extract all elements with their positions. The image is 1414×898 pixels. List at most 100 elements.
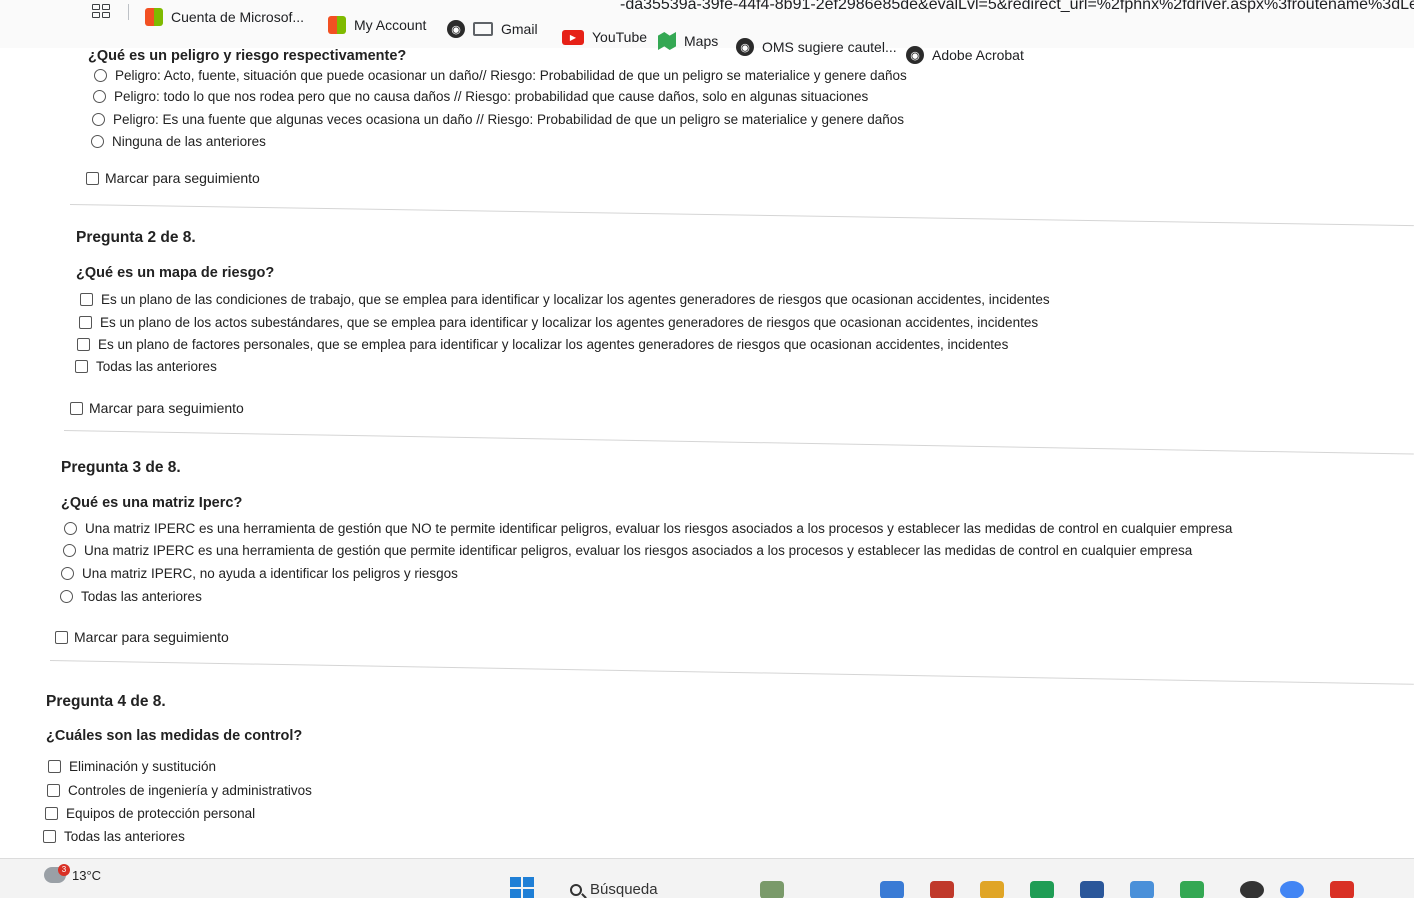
weather-widget[interactable]: 3 13°C [44,864,102,883]
windows-start-icon[interactable] [510,877,534,898]
divider [49,660,1414,685]
option-label: Eliminación y sustitución [69,759,217,774]
checkbox[interactable] [48,760,61,773]
question-1-option[interactable]: Peligro: Acto, fuente, situación que pue… [94,68,907,83]
radio-button[interactable] [94,69,107,82]
option-label: Una matriz IPERC es una herramienta de g… [84,543,1193,558]
question-1-option[interactable]: Peligro: todo lo que nos rodea pero que … [93,89,868,104]
divider [69,204,1414,227]
app-icon[interactable] [1130,881,1154,898]
checkbox[interactable] [86,171,99,185]
option-label: Peligro: todo lo que nos rodea pero que … [114,89,869,104]
option-label: Es un plano de los actos subestándares, … [100,315,1039,330]
option-label: Peligro: Es una fuente que algunas veces… [113,112,905,127]
question-3-option[interactable]: Una matriz IPERC es una herramienta de g… [63,543,1192,558]
question-1-track-checkbox[interactable]: Marcar para seguimiento [86,170,260,186]
gmail-icon [473,22,493,36]
question-4-option[interactable]: Eliminación y sustitución [48,759,216,774]
question-1-option[interactable]: Ninguna de las anteriores [91,134,266,149]
app-icon[interactable] [1180,881,1204,898]
bookmark-maps[interactable]: Maps [658,30,718,52]
option-label: Es un plano de factores personales, que … [98,337,1009,352]
checkbox[interactable] [75,360,88,373]
youtube-icon: ▶ [562,29,584,45]
question-2-header: Pregunta 2 de 8. [76,229,196,246]
radio-button[interactable] [91,135,104,148]
question-2-option[interactable]: Es un plano de las condiciones de trabaj… [80,292,1050,307]
option-label: Todas las anteriores [81,589,202,604]
question-3-text: ¿Qué es una matriz Iperc? [61,495,243,511]
checkbox[interactable] [70,401,83,415]
checkbox[interactable] [80,293,93,306]
taskbar-search[interactable]: Búsqueda [570,881,658,898]
radio-button[interactable] [92,113,105,126]
radio-button[interactable] [61,567,74,580]
bookmark-gmail[interactable]: ◉ Gmail [447,18,538,40]
question-2-track-checkbox[interactable]: Marcar para seguimiento [70,400,244,416]
question-4-text: ¿Cuáles son las medidas de control? [46,728,303,744]
bookmarks-bar: -da35539a-39fe-44f4-8b91-2ef2986e85de&ev… [0,0,1414,64]
address-bar-url[interactable]: -da35539a-39fe-44f4-8b91-2ef2986e85de&ev… [620,0,1414,14]
question-3-option[interactable]: Todas las anteriores [60,589,202,604]
question-3-option[interactable]: Una matriz IPERC, no ayuda a identificar… [61,566,458,581]
bookmark-label: Cuenta de Microsof... [171,9,305,25]
app-icon[interactable] [880,881,904,898]
option-label: Ninguna de las anteriores [112,134,266,149]
bookmark-label: My Account [354,17,427,33]
checkbox[interactable] [55,630,68,644]
edge-icon[interactable] [1030,881,1054,898]
track-label: Marcar para seguimiento [74,629,229,645]
option-label: Es un plano de las condiciones de trabaj… [101,292,1050,307]
bookmark-label: OMS sugiere cautel... [762,39,897,55]
question-2-text: ¿Qué es un mapa de riesgo? [76,265,275,281]
bookmark-my-account[interactable]: My Account [328,14,426,36]
question-4-header: Pregunta 4 de 8. [46,693,166,710]
checkbox[interactable] [77,338,90,351]
microsoft-icon [145,8,163,26]
bookmark-adobe-acrobat[interactable]: ◉ Adobe Acrobat [906,44,1024,66]
bookmark-youtube[interactable]: ▶ YouTube [562,26,647,48]
landscape-app-icon[interactable] [760,881,784,898]
bookmark-label: Gmail [501,21,538,37]
globe-icon: ◉ [736,38,754,56]
question-1-option[interactable]: Peligro: Es una fuente que algunas veces… [92,112,904,127]
bookmark-label: YouTube [592,29,648,45]
checkbox[interactable] [79,316,92,329]
question-2-option[interactable]: Todas las anteriores [75,359,217,374]
folder-icon[interactable] [980,881,1004,898]
app-icon[interactable] [1080,881,1104,898]
question-2-option[interactable]: Es un plano de factores personales, que … [77,337,1008,352]
app-icon[interactable] [1240,881,1264,898]
search-icon [570,883,582,896]
windows-taskbar: 3 13°C Búsqueda [0,858,1414,898]
notification-badge: 3 [58,864,70,876]
option-label: Una matriz IPERC es una herramienta de g… [85,521,1233,536]
checkbox[interactable] [43,830,56,843]
question-2-option[interactable]: Es un plano de los actos subestándares, … [79,315,1038,330]
weather-temperature: 13°C [72,867,102,883]
bookmark-label: Maps [684,33,719,49]
question-3-track-checkbox[interactable]: Marcar para seguimiento [55,629,229,645]
apps-grid-icon[interactable] [92,4,112,20]
app-icon[interactable] [930,881,954,898]
chrome-icon[interactable] [1280,881,1304,898]
radio-button[interactable] [63,544,76,557]
bookmark-label: Adobe Acrobat [932,47,1024,63]
cloud-icon: 3 [44,864,70,883]
question-4-option[interactable]: Controles de ingeniería y administrativo… [47,783,312,798]
bookmark-microsoft-account[interactable]: Cuenta de Microsof... [145,6,304,28]
question-4-option[interactable]: Equipos de protección personal [45,806,255,821]
app-icon[interactable] [1330,881,1354,898]
question-4-option[interactable]: Todas las anteriores [43,829,185,844]
question-3-option[interactable]: Una matriz IPERC es una herramienta de g… [64,521,1232,536]
radio-button[interactable] [64,522,77,535]
option-label: Controles de ingeniería y administrativo… [68,783,312,798]
maps-icon [658,32,676,50]
question-1-text: ¿Qué es un peligro y riesgo respectivame… [88,48,407,64]
radio-button[interactable] [60,590,73,603]
checkbox[interactable] [45,807,58,820]
bookmark-oms[interactable]: ◉ OMS sugiere cautel... [736,36,897,58]
checkbox[interactable] [47,784,60,797]
radio-button[interactable] [93,90,106,103]
question-3-header: Pregunta 3 de 8. [61,459,181,476]
